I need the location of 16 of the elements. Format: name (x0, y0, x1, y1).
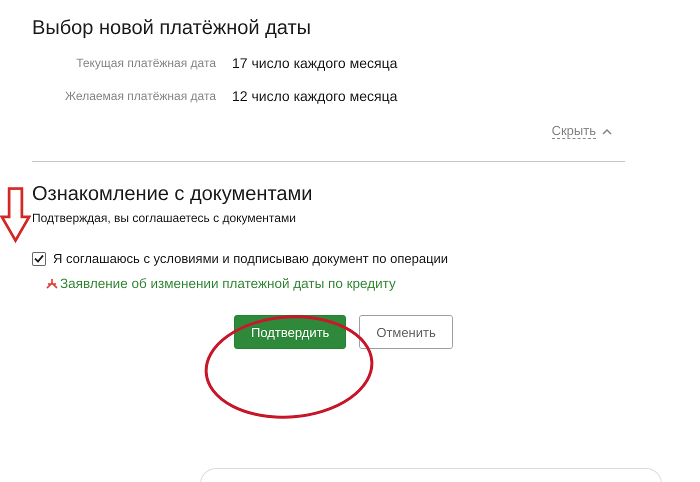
section-title: Выбор новой платёжной даты (32, 16, 312, 40)
section-title: Ознакомление с документами (32, 182, 314, 206)
cancel-button[interactable]: Отменить (359, 315, 453, 349)
arrow-annotation (0, 185, 31, 245)
collapse-link[interactable]: Скрыть (552, 124, 596, 139)
chevron-up-icon (602, 128, 612, 135)
checkbox[interactable] (32, 252, 46, 266)
field-label: Желаемая платёжная дата (64, 89, 216, 103)
document-link[interactable]: Заявление об изменении платежной даты по кредиту (60, 276, 396, 291)
pdf-icon (46, 278, 58, 289)
section-subtitle: Подтверждая, вы соглашаетесь с документами (32, 211, 297, 225)
field-value: 12 число каждого месяца (232, 88, 398, 104)
field-value: 17 число каждого месяца (232, 55, 398, 71)
confirm-button[interactable]: Подтвердить (234, 315, 346, 349)
field-label: Текущая платёжная дата (75, 56, 216, 70)
checkbox-label[interactable]: Я соглашаюсь с условиями и подписываю документ по операции (53, 251, 448, 266)
